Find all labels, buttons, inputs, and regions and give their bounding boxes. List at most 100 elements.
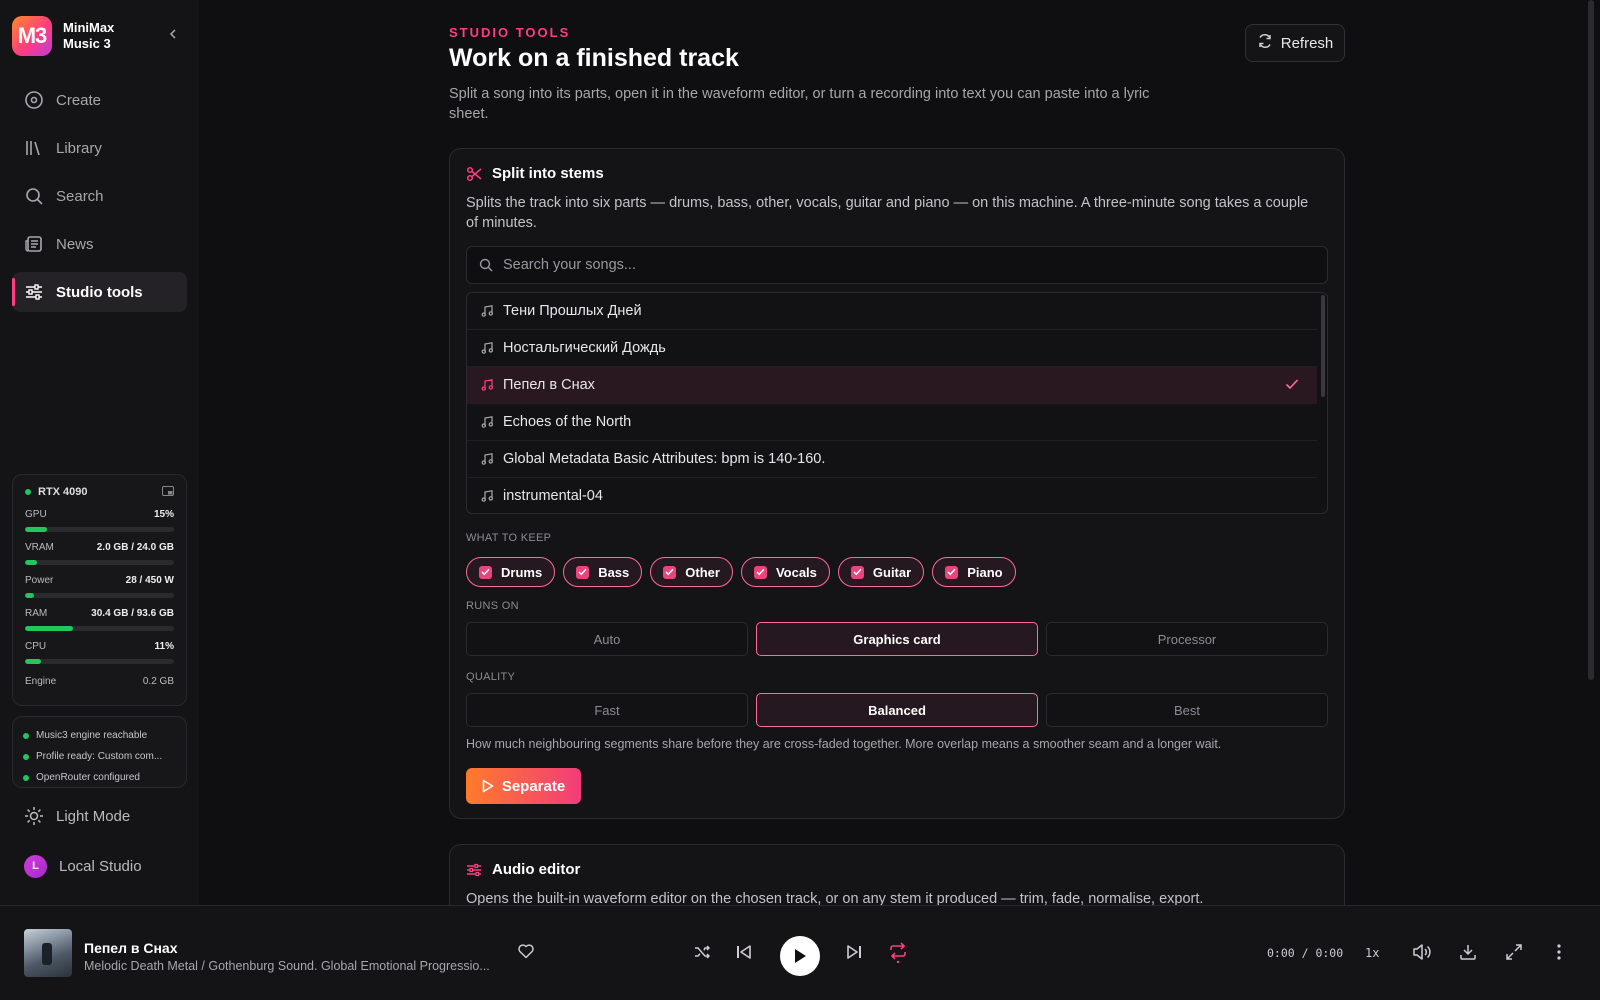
audio-editor-title: Audio editor (466, 861, 580, 878)
music-note-icon (481, 453, 493, 465)
quality-option-balanced[interactable]: Balanced (756, 693, 1038, 727)
app-name: MiniMax Music 3 (63, 20, 115, 51)
song-title: Global Metadata Basic Attributes: bpm is… (503, 451, 826, 467)
metric-power: Power 28 / 450 W (25, 575, 174, 598)
popout-icon[interactable] (162, 485, 174, 499)
playback-speed[interactable]: 1x (1365, 946, 1379, 960)
gpu-name: RTX 4090 (38, 486, 88, 498)
page-eyebrow: STUDIO TOOLS (449, 25, 571, 40)
runs-on-selector: Auto Graphics card Processor (466, 622, 1328, 656)
play-icon (482, 779, 494, 793)
nav-label: News (56, 235, 94, 253)
song-row[interactable]: Global Metadata Basic Attributes: bpm is… (467, 441, 1317, 478)
stem-chip-label: Vocals (775, 564, 817, 580)
metric-label: VRAM (25, 542, 54, 553)
song-row[interactable]: Тени Прошлых Дней (467, 293, 1317, 330)
runs-on-option-processor[interactable]: Processor (1046, 622, 1328, 656)
play-pause-button[interactable] (780, 936, 820, 976)
metric-bar (25, 527, 174, 532)
music-note-icon (481, 305, 493, 317)
runs-on-option-auto[interactable]: Auto (466, 622, 748, 656)
engine-row: Engine 0.2 GB (25, 676, 174, 687)
playback-time: 0:00 / 0:00 (1267, 946, 1344, 960)
song-row[interactable]: instrumental-04 (467, 478, 1317, 513)
metric-ram: RAM 30.4 GB / 93.6 GB (25, 608, 174, 631)
song-title: Пепел в Снах (503, 377, 595, 393)
song-row[interactable]: Ностальгический Дождь (467, 330, 1317, 367)
light-mode-label: Light Mode (56, 807, 131, 825)
song-title: Тени Прошлых Дней (503, 303, 642, 319)
sliders-icon (466, 862, 482, 878)
download-icon[interactable] (1457, 941, 1479, 963)
album-art[interactable] (24, 929, 72, 977)
refresh-label: Refresh (1280, 34, 1334, 52)
music-note-icon (481, 416, 493, 428)
expand-icon[interactable] (1503, 941, 1525, 963)
repeat-icon[interactable] (887, 941, 909, 963)
song-row[interactable]: Echoes of the North (467, 404, 1317, 441)
checkbox-checked-icon (945, 565, 959, 579)
nav-item-news[interactable]: News (12, 224, 187, 264)
metric-vram: VRAM 2.0 GB / 24.0 GB (25, 542, 174, 565)
brand[interactable]: M3 MiniMax Music 3 (12, 15, 188, 57)
user-menu[interactable]: L Local Studio (12, 846, 187, 886)
song-row[interactable]: Пепел в Снах (467, 367, 1317, 404)
metric-label: CPU (25, 641, 47, 652)
stem-chip-guitar[interactable]: Guitar (837, 557, 925, 587)
runs-on-label: RUNS ON (466, 600, 519, 612)
status-text: Music3 engine reachable (36, 730, 148, 741)
light-mode-toggle[interactable]: Light Mode (12, 796, 187, 836)
nav-item-library[interactable]: Library (12, 128, 187, 168)
status-dot (23, 774, 29, 781)
disc-icon (24, 90, 44, 110)
page-scrollbar[interactable] (1588, 0, 1594, 680)
stem-chip-bass[interactable]: Bass (563, 557, 643, 587)
overlap-hint: How much neighbouring segments share bef… (466, 737, 1222, 751)
stem-chip-drums[interactable]: Drums (466, 557, 556, 587)
status-text: Profile ready: Custom com... (36, 751, 163, 762)
heart-icon[interactable] (517, 942, 537, 962)
shuffle-icon[interactable] (691, 941, 713, 963)
nav-label: Library (56, 139, 102, 157)
previous-icon[interactable] (733, 941, 755, 963)
metric-value: 2.0 GB / 24.0 GB (96, 542, 174, 553)
metric-bar (25, 560, 174, 565)
status-dot (23, 732, 29, 739)
quality-option-fast[interactable]: Fast (466, 693, 748, 727)
stem-chip-other[interactable]: Other (650, 557, 733, 587)
nav-item-create[interactable]: Create (12, 80, 187, 120)
stems-card: Split into stems Splits the track into s… (449, 148, 1345, 819)
sun-icon (24, 806, 44, 826)
status-dot (25, 489, 31, 495)
stem-chip-piano[interactable]: Piano (932, 557, 1016, 587)
song-search-input[interactable] (503, 257, 1283, 273)
status-text: OpenRouter configured (36, 772, 140, 783)
now-playing-title[interactable]: Пепел в Снах (84, 940, 178, 956)
more-options-icon[interactable] (1548, 941, 1570, 963)
page-lead: Split a song into its parts, open it in … (449, 86, 1150, 122)
quality-option-best[interactable]: Best (1046, 693, 1328, 727)
sidebar: M3 MiniMax Music 3 Create Library Search… (0, 0, 199, 905)
metric-bar (25, 659, 174, 664)
volume-icon[interactable] (1411, 941, 1433, 963)
nav-item-studio-tools[interactable]: Studio tools (12, 272, 187, 312)
metric-bar-fill (25, 527, 48, 532)
newspaper-icon (24, 234, 44, 254)
next-icon[interactable] (843, 941, 865, 963)
refresh-button[interactable]: Refresh (1245, 24, 1345, 62)
nav-label: Search (56, 187, 104, 205)
checkbox-checked-icon (576, 565, 590, 579)
sidebar-footer: Light Mode L Local Studio (12, 796, 187, 886)
stem-chip-vocals[interactable]: Vocals (740, 557, 830, 587)
song-list-scrollbar[interactable] (1321, 295, 1325, 397)
nav-item-search[interactable]: Search (12, 176, 187, 216)
user-label: Local Studio (59, 857, 142, 875)
runs-on-option-graphics-card[interactable]: Graphics card (756, 622, 1038, 656)
hardware-header: RTX 4090 (25, 485, 174, 499)
stems-card-title: Split into stems (466, 165, 604, 182)
collapse-sidebar-icon[interactable] (164, 27, 182, 45)
separate-button[interactable]: Separate (466, 768, 581, 804)
stem-chips: Drums Bass Other Vocals Guitar Piano (466, 557, 1016, 587)
quality-label: QUALITY (466, 671, 516, 683)
status-item: Profile ready: Custom com... (23, 746, 176, 767)
